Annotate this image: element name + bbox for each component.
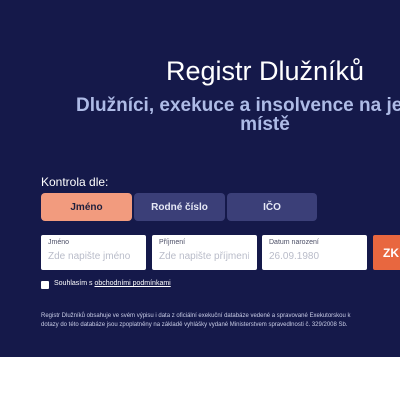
- datum-input[interactable]: [269, 251, 360, 262]
- tab-ico[interactable]: IČO: [227, 193, 317, 221]
- tab-jmeno[interactable]: Jméno: [41, 193, 132, 221]
- datum-field: Datum narození: [262, 235, 367, 270]
- subtitle-line-2: místě: [240, 114, 290, 135]
- hero-section: Registr Dlužníků Dlužníci, exekuce a ins…: [0, 0, 400, 357]
- page-title: Registr Dlužníků: [165, 56, 365, 86]
- jmeno-field: Jméno: [41, 235, 146, 270]
- search-button[interactable]: ZK: [373, 235, 400, 270]
- page-subtitle: Dlužníci, exekuce a insolvence na jednom…: [0, 96, 400, 134]
- kontrola-label: Kontrola dle:: [41, 175, 109, 189]
- prijmeni-field-label: Příjmení: [159, 239, 186, 246]
- tab-rodne-cislo[interactable]: Rodné číslo: [134, 193, 225, 221]
- jmeno-field-label: Jméno: [48, 239, 70, 246]
- consent-checkbox[interactable]: [41, 281, 49, 289]
- prijmeni-input[interactable]: [159, 251, 250, 262]
- consent-text: Souhlasím s obchodními podmínkami: [54, 280, 171, 287]
- subtitle-line-1: Dlužníci, exekuce a insolvence na jednom: [75, 95, 400, 116]
- jmeno-input[interactable]: [48, 251, 139, 262]
- info-text: Registr Dlužníků obsahuje ve svém výpisu…: [41, 312, 400, 330]
- prijmeni-field: Příjmení: [152, 235, 257, 270]
- info-line-1: Registr Dlužníků obsahuje ve svém výpisu…: [41, 313, 351, 319]
- terms-link[interactable]: obchodními podmínkami: [94, 280, 170, 287]
- consent-prefix: Souhlasím s: [54, 280, 95, 287]
- info-line-2: dotazy do této databáze jsou zpoplatněny…: [41, 322, 348, 328]
- datum-field-label: Datum narození: [269, 239, 319, 246]
